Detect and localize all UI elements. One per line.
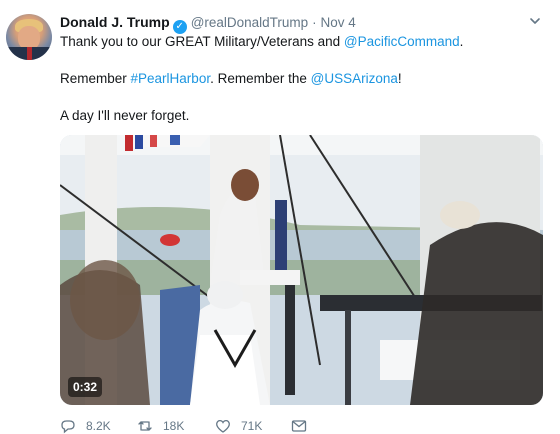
tweet[interactable]: Donald J. Trump ✓ @realDonaldTrump · Nov 4… — [0, 0, 560, 434]
mention-pacificcommand[interactable]: @PacificCommand — [344, 34, 460, 49]
author-handle[interactable]: @realDonaldTrump — [191, 15, 309, 30]
direct-message-button[interactable] — [291, 418, 307, 434]
reply-button[interactable]: 8.2K — [60, 418, 111, 434]
text-segment: Remember — [60, 71, 131, 86]
like-count: 71K — [241, 419, 263, 433]
text-segment: ! — [397, 71, 402, 86]
text-segment: . — [459, 34, 464, 49]
tweet-text-line-3: A day I'll never forget. — [60, 108, 190, 123]
like-button[interactable]: 71K — [215, 418, 262, 434]
text-segment: Thank you to our GREAT Military/Veterans… — [60, 34, 344, 49]
retweet-button[interactable]: 18K — [137, 418, 184, 434]
tweet-text-line-2: Remember #PearlHarbor. Remember the @USS… — [60, 70, 402, 88]
tweet-header: Donald J. Trump ✓ @realDonaldTrump · Nov 4 — [60, 13, 356, 34]
header-separator: · — [312, 15, 317, 30]
author-name[interactable]: Donald J. Trump — [60, 14, 170, 30]
retweet-count: 18K — [163, 419, 185, 433]
avatar[interactable] — [6, 14, 52, 60]
verified-badge-icon: ✓ — [172, 20, 187, 34]
mention-ussarizona[interactable]: @USSArizona — [311, 71, 398, 86]
text-segment: . Remember the — [210, 71, 311, 86]
tweet-text-line-1: Thank you to our GREAT Military/Veterans… — [60, 33, 463, 51]
retweet-icon — [138, 421, 152, 431]
chevron-down-icon[interactable] — [528, 14, 542, 28]
video-duration-badge: 0:32 — [68, 377, 103, 397]
reply-icon — [61, 420, 75, 434]
direct-message-icon — [291, 420, 307, 432]
video-player[interactable]: 0:32 — [60, 135, 543, 405]
like-icon — [216, 420, 230, 433]
hashtag-pearlharbor[interactable]: #PearlHarbor — [131, 71, 211, 86]
avatar-tie — [27, 47, 32, 60]
reply-count: 8.2K — [86, 419, 111, 433]
tweet-timestamp[interactable]: Nov 4 — [320, 15, 355, 30]
video-frame — [60, 135, 543, 405]
